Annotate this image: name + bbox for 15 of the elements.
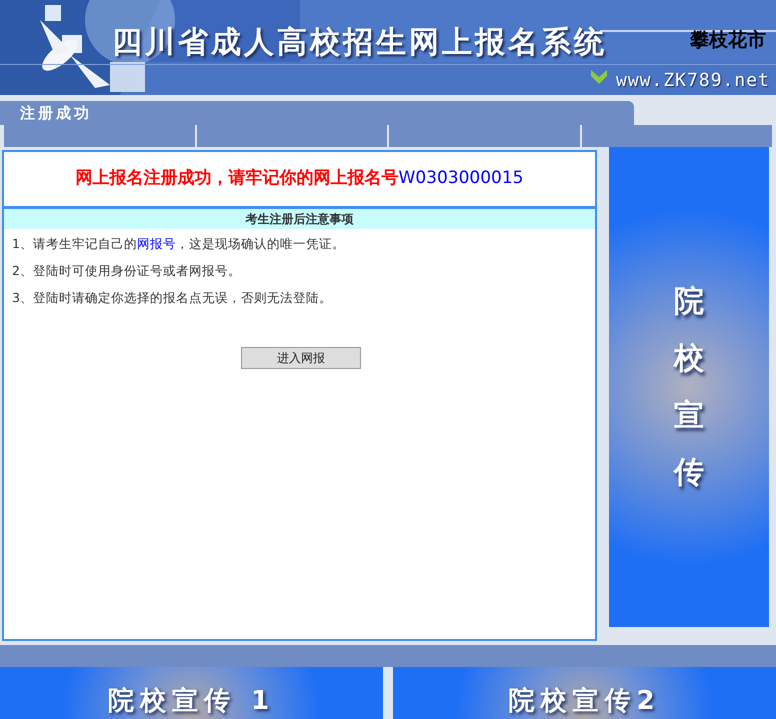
success-message: 网上报名注册成功，请牢记你的网上报名号W0303000015	[76, 167, 524, 190]
notice-item: 2、登陆时可使用身份证号或者网报号。	[12, 262, 242, 280]
page-title: 注册成功	[20, 102, 92, 124]
link[interactable]: 网报号	[136, 236, 176, 251]
enter-button[interactable]: 进入网报	[241, 347, 361, 370]
site-url: www.ZK789.net	[616, 69, 770, 93]
side-banner-text: 院校宣传	[674, 283, 704, 492]
city-name: 攀枝花市	[690, 28, 766, 53]
notice-item: 3、登陆时请确定你选择的报名点无误，否则无法登陆。	[12, 288, 333, 306]
promo-banner-text: 院校宣传2	[508, 687, 661, 718]
chevron-icon	[590, 68, 608, 86]
promo-banner-text: 院校宣传 1	[108, 687, 276, 718]
site-title: 四川省成人高校招生网上报名系统	[112, 24, 607, 62]
notice-heading: 考生注册后注意事项	[4, 209, 595, 229]
notice-item: 1、请考生牢记自己的网报号，这是现场确认的唯一凭证。	[12, 235, 346, 253]
